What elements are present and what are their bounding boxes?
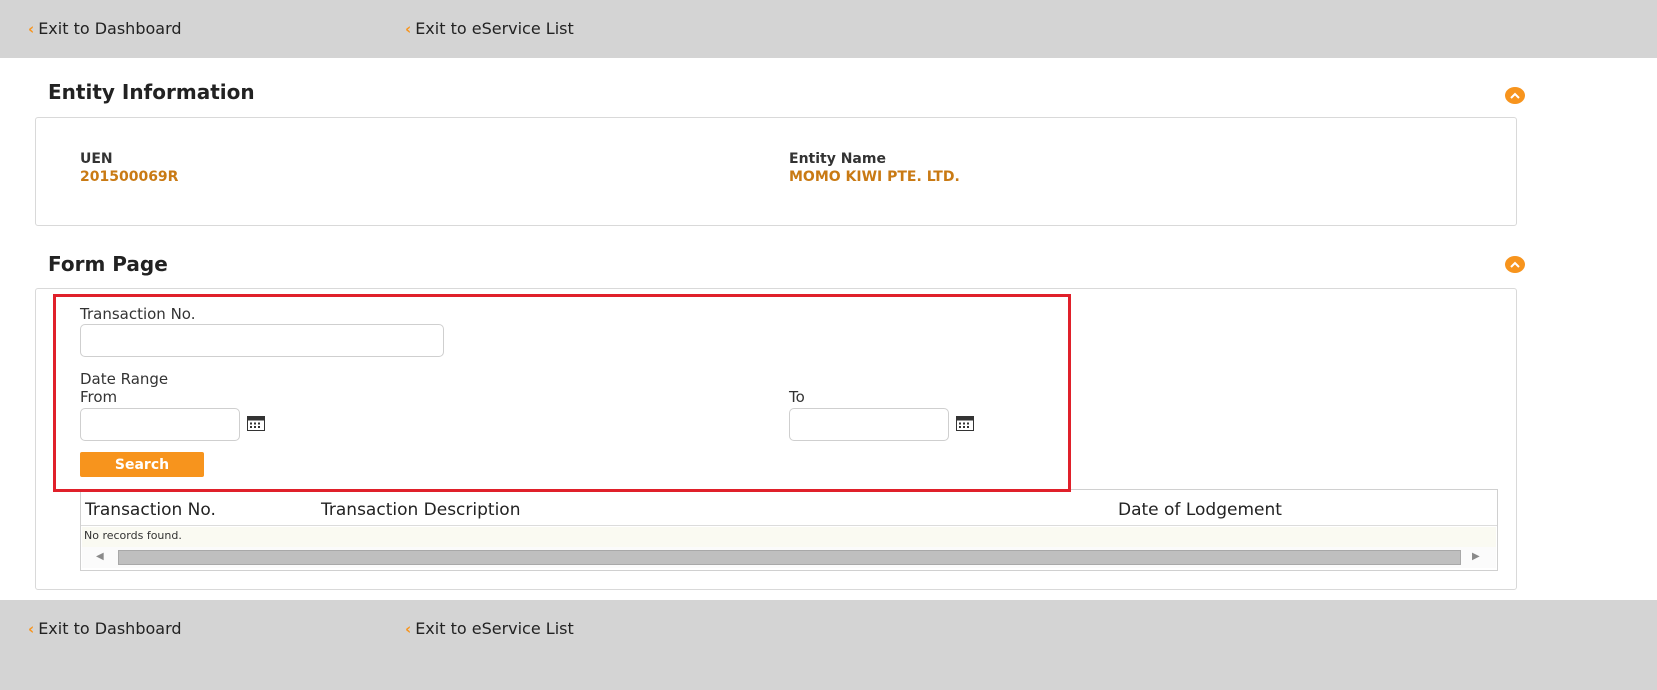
entity-name-value: MOMO KIWI PTE. LTD. [789,169,960,185]
highlight-box [53,294,1071,492]
entity-information-panel: UEN 201500069R Entity Name MOMO KIWI PTE… [35,117,1517,226]
scroll-left-icon[interactable]: ◀ [96,551,104,562]
exit-to-dashboard-link[interactable]: ‹ Exit to Dashboard [28,19,182,38]
exit-to-eservice-list-label: Exit to eService List [415,19,574,38]
no-records-message: No records found. [84,529,182,542]
exit-to-dashboard-label: Exit to Dashboard [38,19,182,38]
column-header-transaction-description[interactable]: Transaction Description [321,500,520,520]
chevron-up-icon [1510,261,1520,268]
exit-to-eservice-list-link[interactable]: ‹ Exit to eService List [405,19,574,38]
horizontal-scrollbar[interactable]: ◀ ▶ [82,547,1496,568]
header-divider [81,525,1497,526]
exit-to-dashboard-label: Exit to Dashboard [38,619,182,638]
top-nav-bar: ‹ Exit to Dashboard ‹ Exit to eService Lis… [0,0,1657,58]
exit-to-dashboard-link[interactable]: ‹ Exit to Dashboard [28,619,182,638]
column-header-transaction-no[interactable]: Transaction No. [85,500,216,520]
exit-to-eservice-list-link[interactable]: ‹ Exit to eService List [405,619,574,638]
chevron-left-icon: ‹ [28,620,35,638]
bottom-nav-bar: ‹ Exit to Dashboard ‹ Exit to eService Lis… [0,600,1657,690]
entity-name-label: Entity Name [789,151,886,167]
entity-collapse-button[interactable] [1505,87,1525,104]
scroll-right-icon[interactable]: ▶ [1472,551,1480,562]
form-page-title: Form Page [48,252,168,276]
table-row [82,527,1496,547]
form-collapse-button[interactable] [1505,256,1525,273]
uen-label: UEN [80,151,113,167]
results-table: Transaction No. Transaction Description … [80,489,1498,571]
exit-to-eservice-list-label: Exit to eService List [415,619,574,638]
uen-value: 201500069R [80,169,179,185]
entity-information-title: Entity Information [48,80,255,104]
chevron-left-icon: ‹ [28,20,35,38]
chevron-up-icon [1510,92,1520,99]
chevron-left-icon: ‹ [405,620,412,638]
column-header-date-of-lodgement[interactable]: Date of Lodgement [1118,500,1282,520]
chevron-left-icon: ‹ [405,20,412,38]
scrollbar-thumb[interactable] [118,550,1461,565]
